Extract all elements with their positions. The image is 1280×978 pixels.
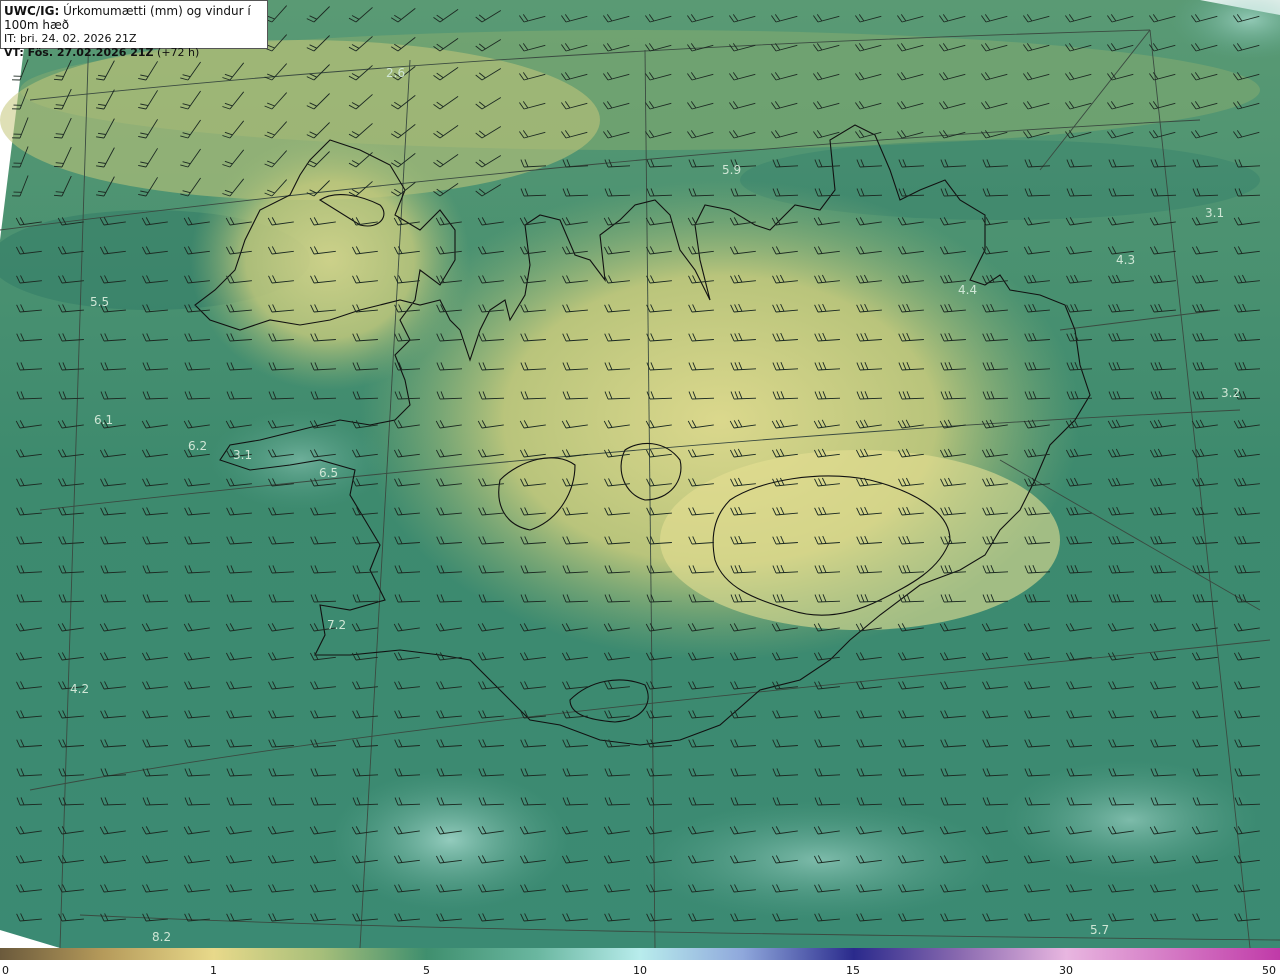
map-value-label: 5.7 <box>1090 923 1109 937</box>
map-value-label: 4.2 <box>70 682 89 696</box>
init-time: IT: þri. 24. 02. 2026 21Z <box>4 32 137 45</box>
map-value-label: 4.4 <box>958 283 977 297</box>
colorbar-gradient <box>0 948 1280 960</box>
map-value-label: 3.1 <box>233 448 252 462</box>
map-value-label: 5.9 <box>722 163 741 177</box>
map-canvas: 2.6 5.9 3.1 4.3 4.4 5.5 3.2 6.1 6.2 3.1 … <box>0 0 1280 949</box>
map-value-label: 4.3 <box>1116 253 1135 267</box>
header-title-line: UWC/IG: Úrkomumætti (mm) og vindur í 100… <box>4 4 264 32</box>
colorbar: 0 1 5 10 15 30 50 <box>0 948 1280 978</box>
map-value-label: 2.6 <box>386 66 405 80</box>
lead-time: (+72 h) <box>157 46 200 59</box>
map-value-label: 3.2 <box>1221 386 1240 400</box>
map-value-label: 6.5 <box>319 466 338 480</box>
colorbar-tick: 1 <box>210 964 217 977</box>
colorbar-tick: 30 <box>1059 964 1073 977</box>
colorbar-tick: 50 <box>1262 964 1276 977</box>
colorbar-tick: 0 <box>2 964 9 977</box>
map-value-label: 7.2 <box>327 618 346 632</box>
colorbar-tick: 10 <box>633 964 647 977</box>
colorbar-svg: 0 1 5 10 15 30 50 <box>0 948 1280 977</box>
colorbar-tick: 15 <box>846 964 860 977</box>
map-value-label: 5.5 <box>90 295 109 309</box>
valid-time: VT: Fös. 27.02.2026 21Z <box>4 46 154 59</box>
map-header: UWC/IG: Úrkomumætti (mm) og vindur í 100… <box>0 0 268 59</box>
colorbar-tick: 5 <box>423 964 430 977</box>
map-value-label: 3.1 <box>1205 206 1224 220</box>
map-value-label: 6.2 <box>188 439 207 453</box>
valid-time-line: VT: Fös. 27.02.2026 21Z (+72 h) <box>4 46 264 60</box>
weather-map: 2.6 5.9 3.1 4.3 4.4 5.5 3.2 6.1 6.2 3.1 … <box>0 0 1280 949</box>
model-name: UWC/IG: <box>4 4 60 18</box>
map-value-label: 8.2 <box>152 930 171 944</box>
map-value-label: 6.1 <box>94 413 113 427</box>
